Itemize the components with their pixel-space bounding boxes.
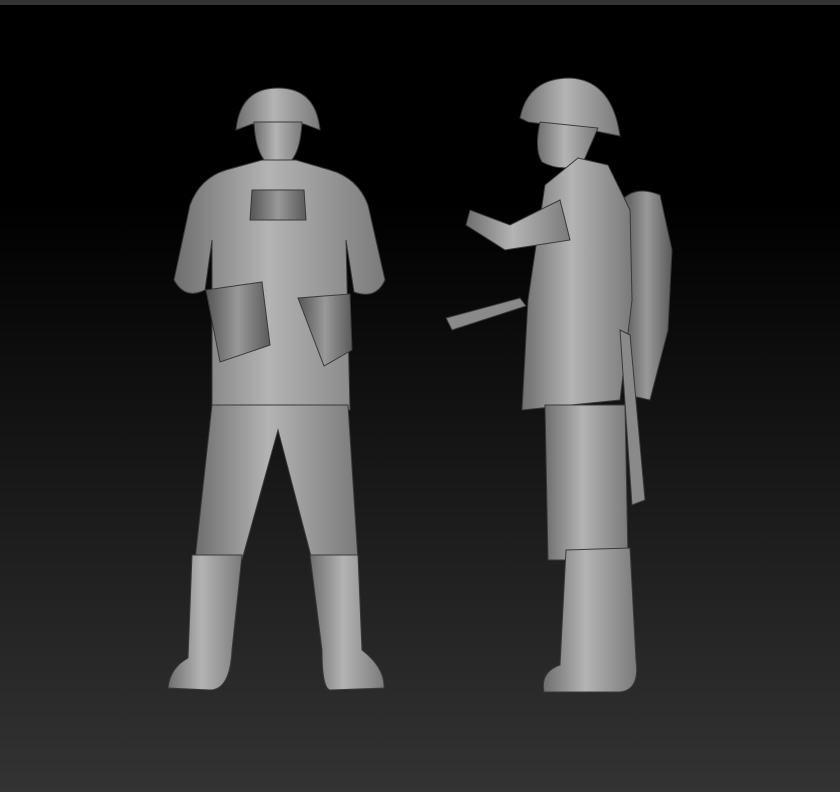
legs — [194, 404, 359, 561]
arm — [465, 199, 571, 251]
torso — [521, 157, 633, 411]
figures-canvas — [167, 77, 673, 693]
boot — [542, 547, 638, 693]
legs — [544, 404, 629, 561]
left-boot — [167, 554, 243, 691]
rifle — [445, 297, 527, 331]
soldier-front-view — [167, 87, 386, 691]
render-viewport — [0, 0, 840, 792]
soldier-side-view — [445, 77, 673, 693]
right-boot — [309, 554, 385, 691]
binoculars — [249, 189, 307, 221]
